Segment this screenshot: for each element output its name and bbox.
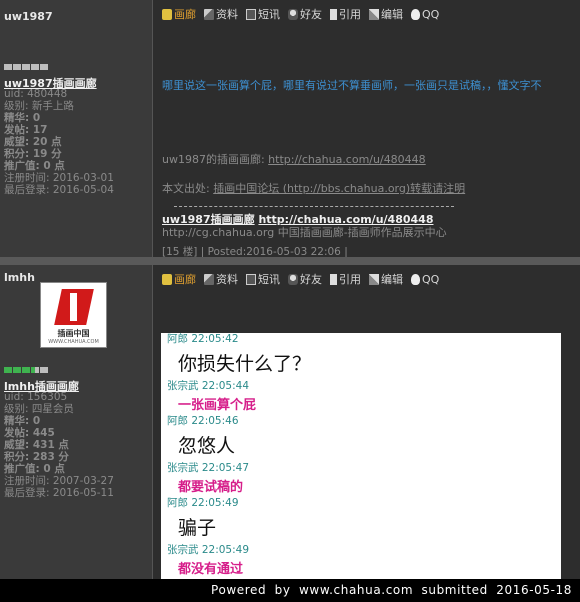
stat-register-date: 注册时间: 2016-03-01 bbox=[4, 172, 114, 184]
stat-posts: 发帖: 445 bbox=[4, 427, 55, 439]
chat-speaker: 阿郎 22:05:49 bbox=[167, 497, 239, 509]
quote-button[interactable]: 引用 bbox=[330, 6, 361, 22]
friend-icon bbox=[288, 8, 298, 20]
qq-penguin-icon bbox=[411, 273, 420, 285]
add-friend-button[interactable]: 好友 bbox=[288, 271, 322, 287]
stat-uid: uid: 156305 bbox=[4, 391, 68, 403]
chat-message: 都没有通过 bbox=[178, 562, 244, 577]
post-floor-15: uw1987 uw1987插画画廊 uid: 480448 级别: 新手上路 精… bbox=[0, 0, 580, 258]
gallery-line: uw1987的插画画廊: http://chahua.com/u/480448 bbox=[162, 153, 426, 166]
post-toolbar: 画廊 资料 短讯 好友 引用 编辑 QQ bbox=[162, 271, 447, 287]
gallery-button[interactable]: 画廊 bbox=[162, 6, 196, 22]
qq-penguin-icon bbox=[411, 8, 420, 20]
stat-last-login: 最后登录: 2016-05-04 bbox=[4, 184, 114, 196]
stat-last-login: 最后登录: 2016-05-11 bbox=[4, 487, 114, 499]
post-content: 画廊 资料 短讯 好友 引用 编辑 QQ 阿郎 22:05:42 你损失什么了？… bbox=[154, 265, 580, 580]
edit-icon bbox=[369, 8, 379, 20]
edit-button[interactable]: 编辑 bbox=[369, 271, 403, 287]
level-indicator bbox=[4, 64, 48, 70]
gallery-url-link[interactable]: http://chahua.com/u/480448 bbox=[268, 153, 426, 166]
envelope-icon bbox=[246, 8, 256, 20]
stat-points: 积分: 283 分 bbox=[4, 451, 69, 463]
powered-by-bar: Powered by www.chahua.com submitted 2016… bbox=[0, 579, 580, 602]
powered-by-text: Powered by www.chahua.com submitted 2016… bbox=[211, 583, 572, 597]
post-separator bbox=[0, 257, 580, 265]
quote-icon bbox=[330, 273, 337, 285]
chat-speaker: 张宗武 22:05:49 bbox=[167, 544, 249, 556]
quote-icon bbox=[330, 8, 337, 20]
message-button[interactable]: 短讯 bbox=[246, 271, 280, 287]
qq-button[interactable]: QQ bbox=[411, 273, 439, 286]
chat-message: 骗子 bbox=[178, 517, 217, 539]
stat-level: 级别: 四星会员 bbox=[4, 403, 74, 415]
edit-icon bbox=[369, 273, 379, 285]
gallery-icon bbox=[162, 8, 172, 20]
gallery-button[interactable]: 画廊 bbox=[162, 271, 196, 287]
stat-promotion: 推广值: 0 点 bbox=[4, 160, 65, 172]
stat-prestige: 威望: 20 点 bbox=[4, 136, 62, 148]
stat-points: 积分: 19 分 bbox=[4, 148, 62, 160]
message-button[interactable]: 短讯 bbox=[246, 6, 280, 22]
profile-icon bbox=[204, 8, 214, 20]
chat-message: 你损失什么了？ bbox=[178, 353, 312, 375]
friend-icon bbox=[288, 273, 298, 285]
author-username[interactable]: uw1987 bbox=[4, 10, 53, 23]
stat-level: 级别: 新手上路 bbox=[4, 100, 74, 112]
chahua-logo-icon bbox=[54, 289, 94, 325]
signature-divider bbox=[174, 206, 454, 207]
chat-message: 一张画算个屁 bbox=[178, 398, 257, 413]
stat-posts: 发帖: 17 bbox=[4, 124, 48, 136]
source-link[interactable]: 插画中国论坛 (http://bbs.chahua.org)转载请注明 bbox=[213, 182, 465, 195]
stat-prestige: 威望: 431 点 bbox=[4, 439, 69, 451]
add-friend-button[interactable]: 好友 bbox=[288, 6, 322, 22]
signature-line2[interactable]: http://cg.chahua.org 中国插画画廊-插画师作品展示中心 bbox=[162, 224, 447, 240]
stat-promotion: 推广值: 0 点 bbox=[4, 463, 65, 475]
post-toolbar: 画廊 资料 短讯 好友 引用 编辑 QQ bbox=[162, 6, 447, 22]
profile-button[interactable]: 资料 bbox=[204, 271, 238, 287]
chat-speaker: 张宗武 22:05:44 bbox=[167, 380, 249, 392]
post-message: 哪里说这一张画算个屁，哪里有说过不算垂画师，一张画只是试稿，，懂文字不 bbox=[162, 79, 542, 92]
chat-message: 忽悠人 bbox=[178, 435, 236, 457]
post-floor-16: lmhh 插画中国 WWW.CHAHUA.COM lmhh插画画廊 uid: 1… bbox=[0, 265, 580, 580]
author-username[interactable]: lmhh bbox=[4, 271, 35, 284]
quote-button[interactable]: 引用 bbox=[330, 271, 361, 287]
profile-button[interactable]: 资料 bbox=[204, 6, 238, 22]
stat-register-date: 注册时间: 2007-03-27 bbox=[4, 475, 114, 487]
chat-message: 都要试稿的 bbox=[178, 480, 244, 495]
stat-elite: 精华: 0 bbox=[4, 415, 41, 427]
stat-uid: uid: 480448 bbox=[4, 88, 68, 100]
author-stats: uid: 156305 级别: 四星会员 精华: 0 发帖: 445 威望: 4… bbox=[4, 391, 114, 499]
author-panel: uw1987 uw1987插画画廊 uid: 480448 级别: 新手上路 精… bbox=[0, 0, 153, 257]
level-indicator bbox=[4, 367, 48, 373]
author-panel: lmhh 插画中国 WWW.CHAHUA.COM lmhh插画画廊 uid: 1… bbox=[0, 265, 153, 579]
chat-speaker: 阿郎 22:05:42 bbox=[167, 333, 239, 345]
author-avatar[interactable]: 插画中国 WWW.CHAHUA.COM bbox=[40, 282, 107, 348]
gallery-icon bbox=[162, 273, 172, 285]
author-stats: uid: 480448 级别: 新手上路 精华: 0 发帖: 17 威望: 20… bbox=[4, 88, 114, 196]
profile-icon bbox=[204, 273, 214, 285]
chat-log-screenshot[interactable]: 阿郎 22:05:42 你损失什么了？ 张宗武 22:05:44 一张画算个屁 … bbox=[161, 333, 561, 580]
post-content: 画廊 资料 短讯 好友 引用 编辑 QQ 哪里说这一张画算个屁，哪里有说过不算垂… bbox=[154, 0, 580, 258]
stat-elite: 精华: 0 bbox=[4, 112, 41, 124]
edit-button[interactable]: 编辑 bbox=[369, 6, 403, 22]
qq-button[interactable]: QQ bbox=[411, 8, 439, 21]
chat-speaker: 张宗武 22:05:47 bbox=[167, 462, 249, 474]
source-line: 本文出处: 插画中国论坛 (http://bbs.chahua.org)转载请注… bbox=[162, 182, 466, 195]
envelope-icon bbox=[246, 273, 256, 285]
chat-speaker: 阿郎 22:05:46 bbox=[167, 415, 239, 427]
